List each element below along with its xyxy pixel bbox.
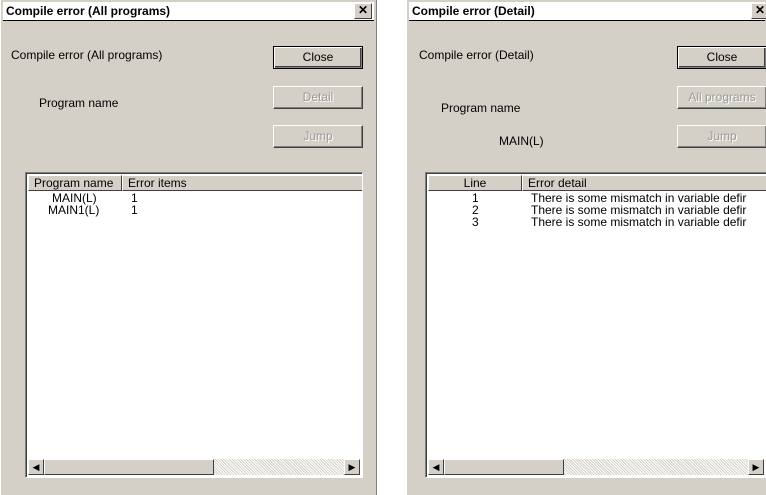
list-item[interactable]: 3 There is some mismatch in variable def… — [428, 216, 766, 228]
program-name-label: Program name — [39, 96, 119, 110]
title-bar[interactable]: Compile error (Detail) ✕ — [409, 2, 766, 21]
scroll-thumb[interactable] — [444, 459, 564, 475]
scroll-right-icon[interactable]: ▶ — [748, 459, 764, 475]
column-header-error-items[interactable]: Error items — [122, 175, 362, 191]
column-header-line[interactable]: Line — [428, 175, 522, 191]
column-header-error-detail[interactable]: Error detail — [522, 175, 766, 191]
scroll-left-icon[interactable]: ◀ — [428, 459, 444, 475]
program-name-value: MAIN(L) — [499, 134, 544, 148]
close-button[interactable]: Close — [677, 46, 766, 69]
jump-button[interactable]: Jump — [273, 125, 363, 148]
dialog-caption: Compile error (All programs) — [11, 48, 163, 62]
error-detail-list[interactable]: Line Error detail 1 There is some mismat… — [425, 172, 766, 478]
list-item[interactable]: MAIN1(L) 1 — [28, 204, 362, 216]
detail-button[interactable]: Detail — [273, 86, 363, 109]
close-button[interactable]: Close — [273, 46, 363, 69]
scroll-thumb[interactable] — [44, 459, 214, 475]
program-error-list[interactable]: Program name Error items MAIN(L) 1 MAIN1… — [25, 172, 363, 478]
program-name-label: Program name — [441, 101, 521, 115]
jump-button[interactable]: Jump — [677, 125, 766, 148]
scroll-left-icon[interactable]: ◀ — [28, 459, 44, 475]
line-cell: 3 — [472, 215, 479, 229]
program-name-cell: MAIN1(L) — [48, 203, 100, 217]
close-icon[interactable]: ✕ — [354, 3, 372, 19]
error-items-cell: 1 — [131, 203, 138, 217]
list-header: Line Error detail — [428, 175, 766, 191]
horizontal-scrollbar[interactable]: ◀ ▶ — [28, 459, 360, 475]
column-header-program-name[interactable]: Program name — [28, 175, 122, 191]
list-header: Program name Error items — [28, 175, 362, 191]
dialog-title: Compile error (All programs) — [6, 4, 171, 18]
close-icon[interactable]: ✕ — [751, 3, 766, 19]
title-bar[interactable]: Compile error (All programs) ✕ — [3, 2, 374, 21]
error-detail-cell: There is some mismatch in variable defir — [531, 215, 747, 229]
scroll-right-icon[interactable]: ▶ — [344, 459, 360, 475]
dialog-caption: Compile error (Detail) — [419, 48, 534, 62]
all-programs-button[interactable]: All programs — [677, 86, 766, 109]
horizontal-scrollbar[interactable]: ◀ ▶ — [428, 459, 764, 475]
compile-error-all-dialog: Compile error (All programs) ✕ Compile e… — [0, 0, 377, 495]
compile-error-detail-dialog: Compile error (Detail) ✕ Compile error (… — [406, 0, 766, 495]
dialog-title: Compile error (Detail) — [412, 4, 535, 18]
